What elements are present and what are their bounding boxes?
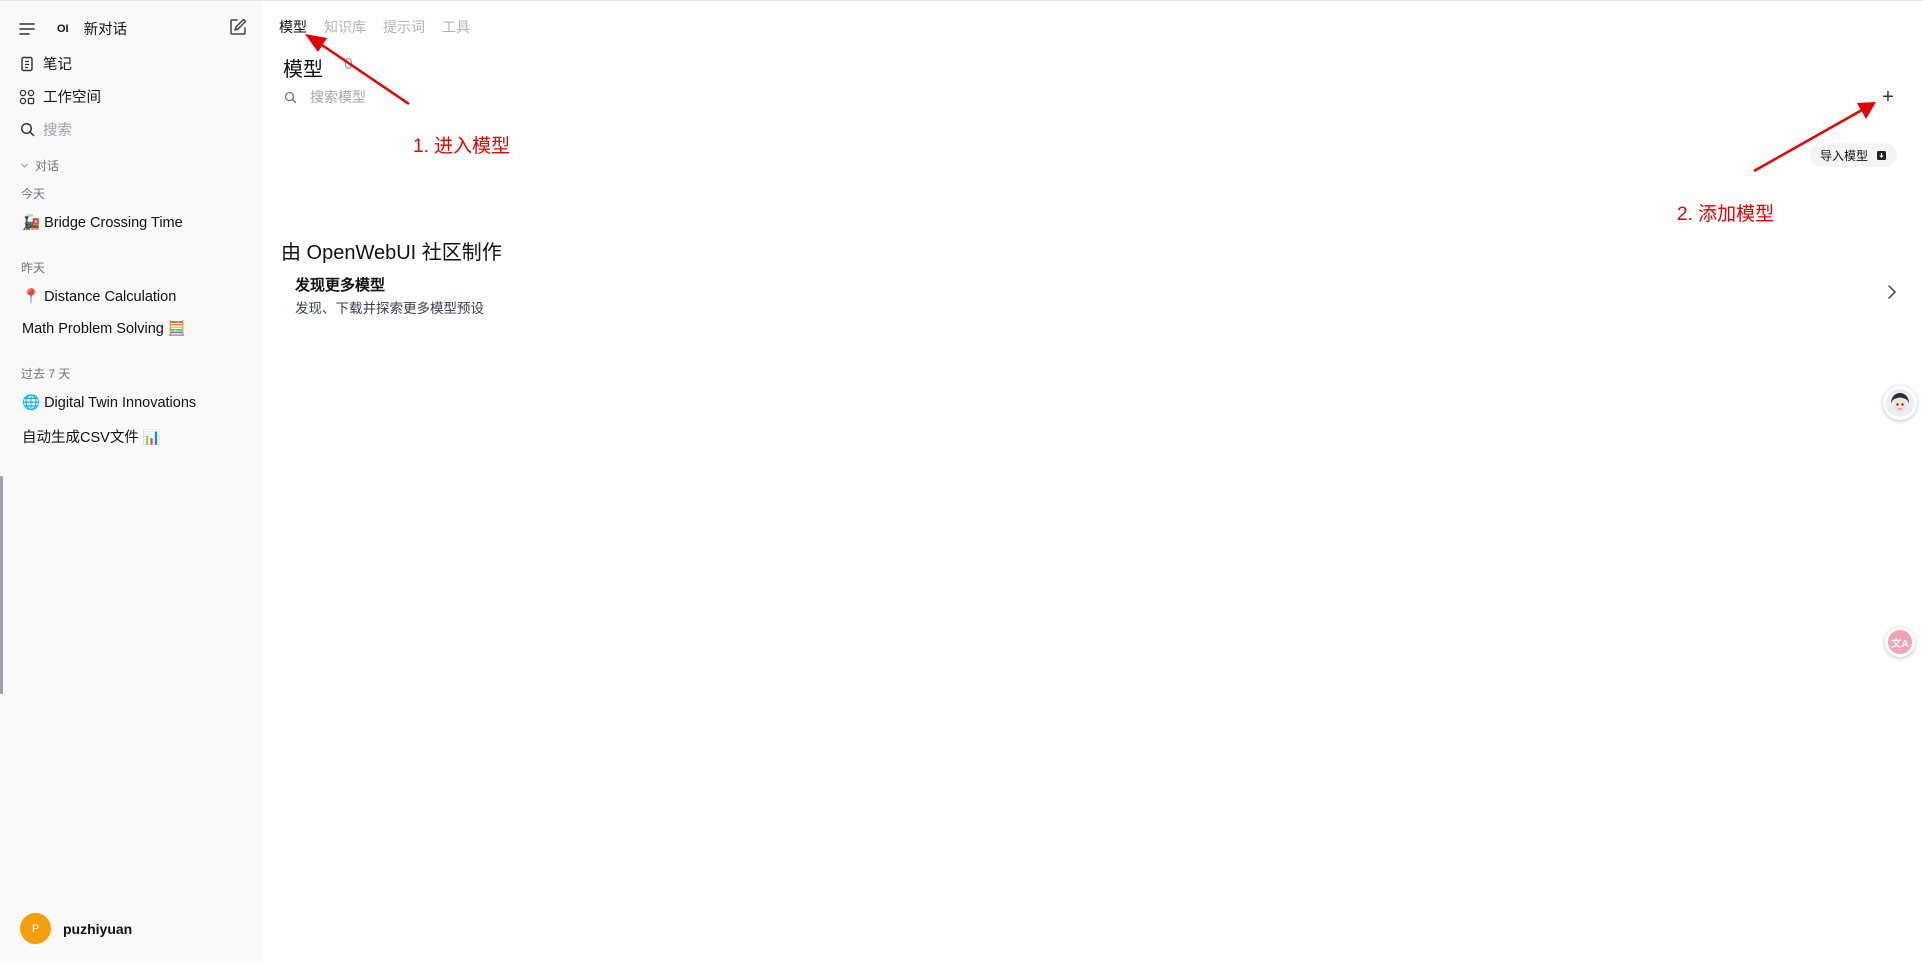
community-section-title: 由 OpenWebUI 社区制作 [281,242,502,264]
scrollbar[interactable] [0,476,3,694]
chat-item[interactable]: 🚂 Bridge Crossing Time [22,214,183,231]
sidebar-header: OI 新对话 [18,18,127,39]
model-count: 0 [344,56,353,73]
annotation-step1: 1. 进入模型 [413,136,511,157]
tab-models[interactable]: 模型 [279,17,307,37]
discover-title: 发现更多模型 [295,277,386,294]
chat-item[interactable]: 📍 Distance Calculation [22,288,176,305]
new-chat-label[interactable]: 新对话 [84,18,128,39]
sidebar-item-label: 搜索 [43,123,72,139]
discover-more-models-link[interactable]: 发现更多模型 发现、下载并探索更多模型预设 [282,270,1897,318]
assistant-face-icon [1886,389,1914,417]
chat-item[interactable]: 自动生成CSV文件 📊 [22,426,161,447]
translate-icon: 文A [1888,630,1912,654]
sidebar-item-search[interactable]: 搜索 [18,119,72,140]
new-chat-edit-icon[interactable] [228,17,248,42]
user-menu[interactable]: P puzhiyuan [20,913,132,944]
import-models-label: 导入模型 [1820,148,1869,163]
sidebar-item-label: 工作空间 [43,90,101,106]
notes-icon [18,55,36,73]
import-models-button[interactable]: 导入模型 [1810,143,1898,167]
sidebar-item-label: 笔记 [43,57,72,73]
chat-group-label: 昨天 [21,261,46,275]
annotation-step2: 2. 添加模型 [1677,204,1775,225]
brand-logo: OI [57,22,69,35]
discover-subtitle: 发现、下载并探索更多模型预设 [295,301,484,316]
chat-group-label: 过去 7 天 [21,367,71,381]
top-border [0,0,1923,1]
avatar: P [20,913,51,944]
user-name: puzhiyuan [63,920,133,937]
search-models-input[interactable] [310,89,710,105]
assistant-avatar-button[interactable] [1883,386,1917,420]
chat-group-label: 今天 [21,187,46,201]
menu-icon[interactable] [18,20,36,38]
tab-knowledge[interactable]: 知识库 [324,17,366,37]
chat-item[interactable]: Math Problem Solving 🧮 [22,320,186,337]
sidebar-item-notes[interactable]: 笔记 [18,53,72,74]
workspace-tabs: 模型 知识库 提示词 工具 [279,17,470,37]
search-icon [284,91,297,109]
chevron-right-icon [1887,284,1897,305]
page-title: 模型 [283,59,323,81]
search-icon [18,121,36,139]
add-model-button[interactable]: + [1877,86,1899,108]
annotation-arrows [305,34,1876,173]
chats-section-label: 对话 [35,159,60,173]
sidebar-item-workspace[interactable]: 工作空间 [18,86,101,107]
tab-tools[interactable]: 工具 [442,17,470,37]
sidebar: OI 新对话 笔记 工作空间 搜索 对话 今天 🚂 Bridge Crossin… [0,1,262,961]
chevron-down-icon [20,161,29,170]
tab-prompts[interactable]: 提示词 [383,17,425,37]
import-icon [1876,150,1887,161]
chat-item[interactable]: 🌐 Digital Twin Innovations [22,394,196,411]
translate-button[interactable]: 文A [1885,627,1915,657]
workspace-icon [18,88,36,106]
chats-section-toggle[interactable]: 对话 [20,157,59,174]
